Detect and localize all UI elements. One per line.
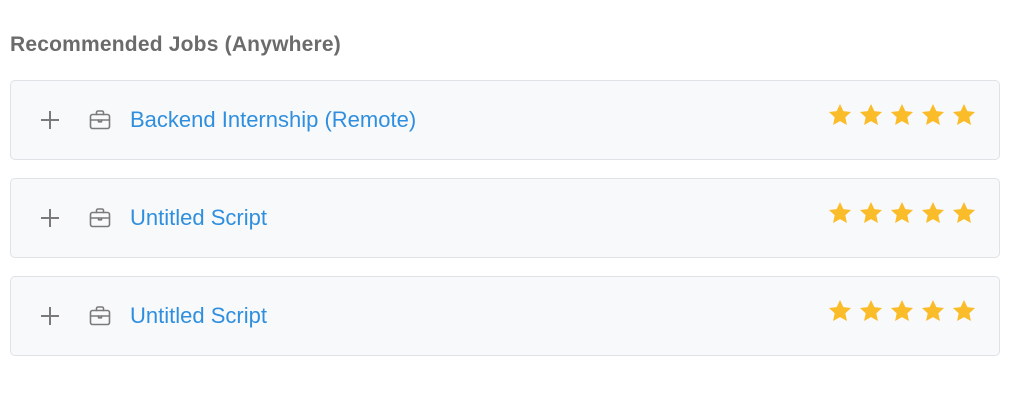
job-card: Backend Internship (Remote) — [10, 80, 1000, 160]
star-icon — [921, 201, 945, 223]
job-title-link[interactable]: Backend Internship (Remote) — [130, 107, 416, 133]
star-rating — [827, 102, 977, 128]
briefcase-icon — [89, 110, 111, 130]
star-icon — [890, 103, 914, 125]
star-rating — [827, 298, 977, 324]
job-card: Untitled Script — [10, 276, 1000, 356]
star-icon — [890, 201, 914, 223]
briefcase-icon — [89, 306, 111, 326]
recommended-jobs-panel: Recommended Jobs (Anywhere) Backend Inte… — [0, 0, 1024, 400]
star-icon — [859, 201, 883, 223]
star-icon — [952, 103, 976, 125]
star-icon — [952, 201, 976, 223]
star-icon — [859, 299, 883, 321]
star-icon — [921, 103, 945, 125]
job-title-link[interactable]: Untitled Script — [130, 205, 267, 231]
plus-icon[interactable] — [39, 207, 61, 229]
star-icon — [952, 299, 976, 321]
plus-icon[interactable] — [39, 109, 61, 131]
plus-icon[interactable] — [39, 305, 61, 327]
star-rating — [827, 200, 977, 226]
star-icon — [828, 299, 852, 321]
briefcase-icon — [89, 208, 111, 228]
job-card: Untitled Script — [10, 178, 1000, 258]
star-icon — [921, 299, 945, 321]
star-icon — [859, 103, 883, 125]
star-icon — [828, 201, 852, 223]
job-title-link[interactable]: Untitled Script — [130, 303, 267, 329]
section-title: Recommended Jobs (Anywhere) — [10, 33, 341, 56]
star-icon — [828, 103, 852, 125]
star-icon — [890, 299, 914, 321]
job-list: Backend Internship (Remote) Untitled Scr… — [10, 80, 1000, 374]
